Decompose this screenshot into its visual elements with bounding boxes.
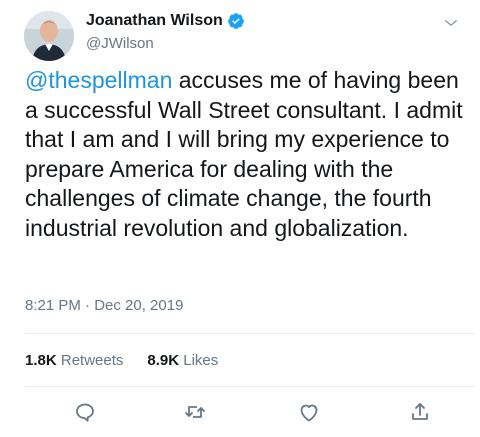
reply-button[interactable] — [73, 400, 97, 424]
avatar[interactable] — [24, 11, 74, 61]
user-handle[interactable]: @JWilson — [86, 35, 154, 52]
name-row: Joanathan Wilson — [86, 12, 245, 30]
divider — [25, 333, 475, 334]
retweets-label: Retweets — [60, 352, 124, 369]
divider — [25, 386, 475, 387]
retweet-icon — [185, 406, 205, 418]
chevron-down-icon[interactable] — [442, 14, 460, 32]
display-name[interactable]: Joanathan Wilson — [86, 12, 223, 30]
tweet-timestamp[interactable]: 8:21 PM · Dec 20, 2019 — [25, 297, 183, 314]
retweet-button[interactable] — [183, 400, 207, 424]
tweet-body: accuses me of having been a successful W… — [25, 67, 463, 241]
like-icon — [300, 404, 318, 422]
retweets-count: 1.8K — [25, 352, 57, 369]
likes-count: 8.9K — [147, 352, 180, 369]
like-button[interactable] — [297, 400, 321, 424]
tweet-text: @thespellman accuses me of having been a… — [25, 66, 475, 243]
likes-label: Likes — [183, 352, 219, 369]
likes-stat[interactable]: 8.9K Likes — [147, 352, 218, 369]
tweet-header: Joanathan Wilson @JWilson — [0, 0, 480, 62]
verified-badge-icon — [227, 13, 244, 29]
share-button[interactable] — [408, 400, 432, 424]
share-icon — [412, 403, 428, 420]
tweet-stats: 1.8K Retweets 8.9K Likes — [25, 352, 218, 369]
reply-icon — [76, 403, 94, 422]
mention-link[interactable]: @thespellman — [25, 67, 172, 93]
retweets-stat[interactable]: 1.8K Retweets — [25, 352, 123, 369]
tweet-actions — [0, 400, 480, 424]
